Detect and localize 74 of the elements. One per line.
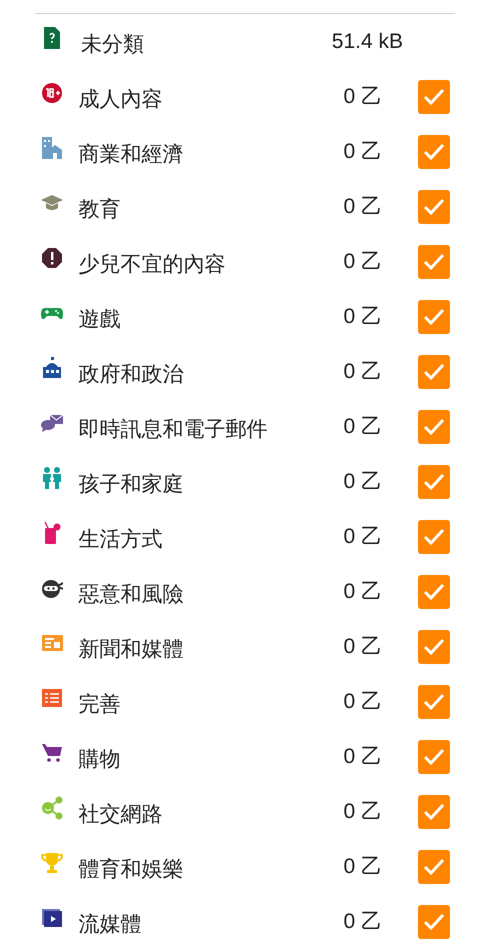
category-label: 未分類 <box>81 32 145 58</box>
category-label: 社交網路 <box>78 802 164 828</box>
checkmark-icon <box>422 198 445 216</box>
category-label: 教育 <box>78 196 122 223</box>
trophy-icon <box>41 850 63 874</box>
checkmark-icon <box>422 638 445 656</box>
category-label: 完善 <box>78 692 122 718</box>
data-size: 0 乙 <box>342 524 382 550</box>
data-size: 0 乙 <box>342 468 382 495</box>
checkmark-icon <box>422 802 445 820</box>
checkmark-icon <box>422 472 445 490</box>
checkmark-icon <box>422 142 445 160</box>
category-label: 購物 <box>78 746 122 773</box>
data-size: 0 乙 <box>342 908 382 935</box>
checkbox[interactable] <box>418 134 450 168</box>
data-size: 0 乙 <box>342 358 382 385</box>
category-label: 體育和娛樂 <box>78 856 185 883</box>
family-icon <box>41 466 63 490</box>
checkbox[interactable] <box>418 244 450 278</box>
category-label: 政府和政治 <box>78 362 185 388</box>
checkbox[interactable] <box>418 80 450 114</box>
checkmark-icon <box>422 418 445 436</box>
category-label: 生活方式 <box>78 526 164 553</box>
document-question-icon <box>41 26 63 50</box>
category-label: 即時訊息和電子郵件 <box>78 416 269 443</box>
data-size: 0 乙 <box>342 304 382 330</box>
data-size: 0 乙 <box>342 248 382 275</box>
checkbox[interactable] <box>418 410 450 444</box>
checkbox[interactable] <box>418 850 450 884</box>
social-share-icon <box>41 796 63 820</box>
category-label: 成人內容 <box>78 86 164 113</box>
data-size: 0 乙 <box>342 688 382 715</box>
data-size: 0 乙 <box>342 854 382 880</box>
checkmark-icon <box>422 362 445 380</box>
checkmark-icon <box>422 748 445 766</box>
category-label: 新聞和媒體 <box>78 636 185 663</box>
checkbox[interactable] <box>418 190 450 224</box>
category-label: 少兒不宜的內容 <box>78 252 227 278</box>
checkbox[interactable] <box>418 904 450 938</box>
data-size: 0 乙 <box>342 138 382 165</box>
checkbox[interactable] <box>418 794 450 828</box>
category-label: 流媒體 <box>78 912 143 938</box>
government-building-icon <box>41 356 63 380</box>
checkmark-icon <box>422 858 445 876</box>
checkmark-icon <box>422 88 445 106</box>
buildings-icon <box>41 136 63 160</box>
checkmark-icon <box>422 252 445 270</box>
data-size: 0 乙 <box>342 798 382 825</box>
checkbox[interactable] <box>418 464 450 498</box>
checkbox[interactable] <box>418 300 450 334</box>
checkbox[interactable] <box>418 520 450 554</box>
checkbox[interactable] <box>418 740 450 774</box>
checkmark-icon <box>422 912 445 930</box>
checkmark-icon <box>422 582 445 600</box>
adult-content-icon <box>41 80 63 104</box>
category-label: 惡意和風險 <box>78 582 185 608</box>
data-size: 0 乙 <box>342 194 382 220</box>
warning-octagon-icon <box>41 246 63 270</box>
checkmark-icon <box>422 308 445 326</box>
checkmark-icon <box>422 692 445 710</box>
data-size: 0 乙 <box>342 744 382 770</box>
checkbox[interactable] <box>418 574 450 608</box>
category-label: 商業和經濟 <box>78 142 185 168</box>
checkbox[interactable] <box>418 630 450 664</box>
data-size: 0 乙 <box>342 634 382 660</box>
checkbox[interactable] <box>418 354 450 388</box>
data-size: 0 乙 <box>342 578 382 605</box>
category-label: 遊戲 <box>78 306 122 333</box>
data-size: 0 乙 <box>342 84 382 110</box>
category-label: 孩子和家庭 <box>78 472 185 498</box>
data-size: 0 乙 <box>342 414 382 440</box>
checkmark-icon <box>422 528 445 546</box>
data-size: 51.4 kB <box>330 28 403 55</box>
checkbox[interactable] <box>418 684 450 718</box>
